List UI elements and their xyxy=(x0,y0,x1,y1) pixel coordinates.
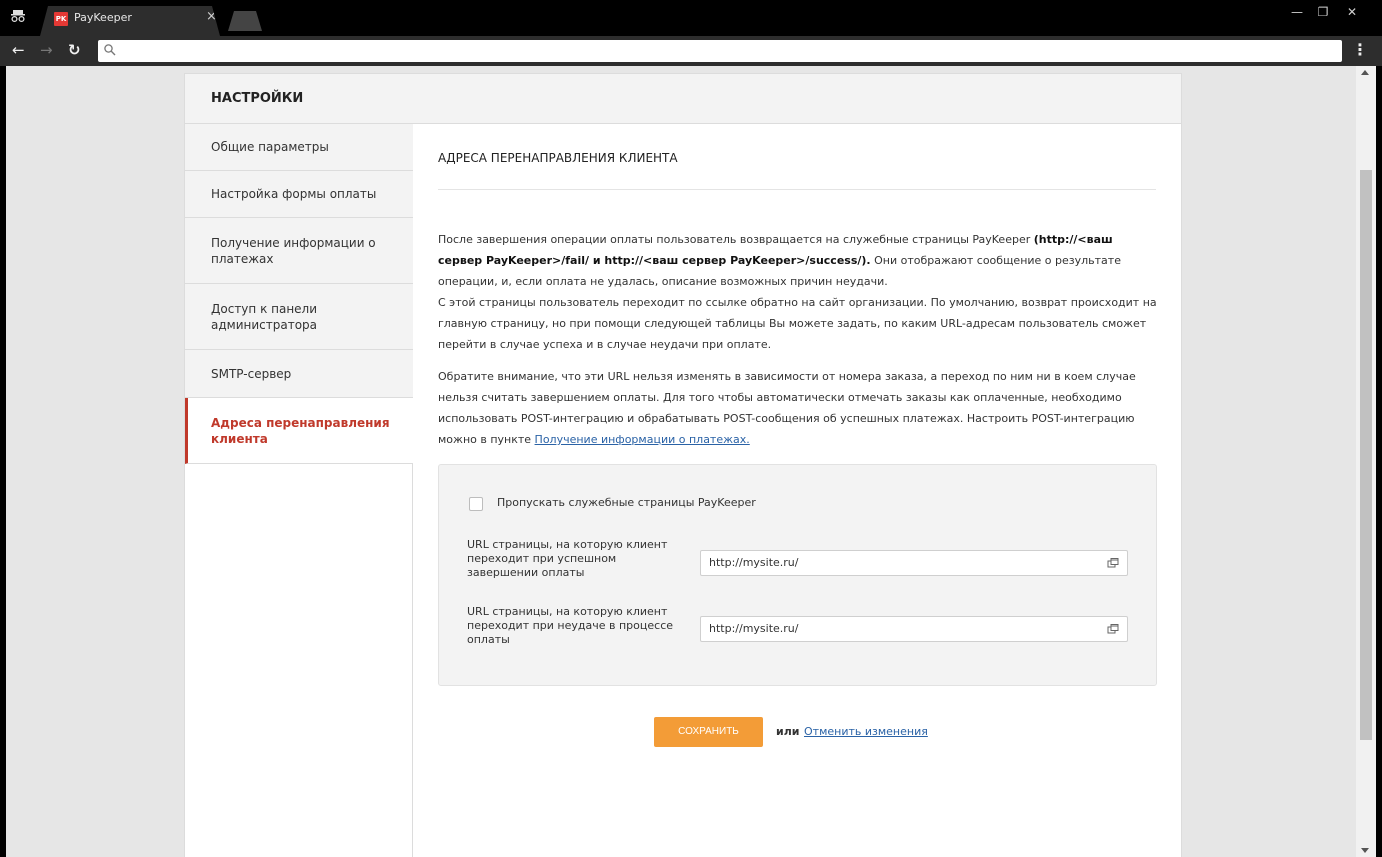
scrollbar-thumb[interactable] xyxy=(1360,170,1372,740)
description-paragraph-1: После завершения операции оплаты пользов… xyxy=(438,229,1160,292)
p1-text: После завершения операции оплаты пользов… xyxy=(438,233,1034,246)
close-window-icon[interactable]: ✕ xyxy=(1340,4,1364,22)
search-icon xyxy=(104,44,116,56)
sidebar-item-redirect-addresses[interactable]: Адреса перенаправления клиента xyxy=(185,398,413,464)
success-url-value: http://mysite.ru/ xyxy=(709,556,799,569)
tab-title: PayKeeper xyxy=(74,11,132,24)
minimize-icon[interactable]: — xyxy=(1285,4,1309,22)
redirect-settings-form: Пропускать служебные страницы PayKeeper … xyxy=(438,464,1157,686)
sidebar-item-payment-info[interactable]: Получение информации о платежах xyxy=(185,218,413,284)
sidebar-item-general[interactable]: Общие параметры xyxy=(185,124,413,171)
window-icon[interactable] xyxy=(1107,557,1119,569)
panel-header: НАСТРОЙКИ xyxy=(185,74,1181,124)
address-bar[interactable] xyxy=(98,40,1342,62)
save-button[interactable]: СОХРАНИТЬ xyxy=(654,717,763,747)
page-title: НАСТРОЙКИ xyxy=(211,91,304,106)
sidebar-item-label: Доступ к панели администратора xyxy=(211,302,318,332)
payment-info-link[interactable]: Получение информации о платежах. xyxy=(535,433,750,446)
new-tab-button[interactable] xyxy=(228,11,262,31)
sidebar-item-label: SMTP-сервер xyxy=(211,367,292,381)
section-title: АДРЕСА ПЕРЕНАПРАВЛЕНИЯ КЛИЕНТА xyxy=(438,151,678,165)
sidebar-item-smtp[interactable]: SMTP-сервер xyxy=(185,350,413,398)
divider xyxy=(438,189,1156,190)
restore-icon[interactable]: ❐ xyxy=(1311,4,1335,22)
paykeeper-favicon-icon: PK xyxy=(54,12,68,26)
content-area: АДРЕСА ПЕРЕНАПРАВЛЕНИЯ КЛИЕНТА После зав… xyxy=(438,124,1158,857)
description-paragraph-3: Обратите внимание, что эти URL нельзя из… xyxy=(438,366,1160,450)
settings-sidebar: Общие параметры Настройка формы оплаты П… xyxy=(185,124,413,857)
sidebar-item-label: Адреса перенаправления клиента xyxy=(211,416,390,446)
or-text: или xyxy=(776,725,800,738)
success-url-input[interactable]: http://mysite.ru/ xyxy=(700,550,1128,576)
window-edge xyxy=(1376,66,1382,857)
incognito-icon xyxy=(11,10,25,23)
cancel-changes-link[interactable]: Отменить изменения xyxy=(804,725,928,738)
fail-url-input[interactable]: http://mysite.ru/ xyxy=(700,616,1128,642)
page-viewport: НАСТРОЙКИ Общие параметры Настройка форм… xyxy=(6,66,1356,857)
page-scrollbar[interactable] xyxy=(1356,66,1376,857)
description-paragraph-2: С этой страницы пользователь переходит п… xyxy=(438,296,1157,351)
forward-icon[interactable]: → xyxy=(40,41,53,59)
skip-service-pages-label: Пропускать служебные страницы PayKeeper xyxy=(497,496,756,509)
sidebar-item-label: Получение информации о платежах xyxy=(211,236,376,266)
window-icon[interactable] xyxy=(1107,623,1119,635)
scroll-down-arrow-icon[interactable] xyxy=(1361,848,1369,853)
back-icon[interactable]: ← xyxy=(12,41,25,59)
tab-close-icon[interactable]: × xyxy=(206,9,217,24)
sidebar-item-label: Настройка формы оплаты xyxy=(211,187,377,201)
success-url-label: URL страницы, на которую клиент переходи… xyxy=(467,538,668,579)
browser-tab[interactable]: PK PayKeeper × xyxy=(40,6,220,36)
scroll-up-arrow-icon[interactable] xyxy=(1361,70,1369,75)
fail-url-value: http://mysite.ru/ xyxy=(709,622,799,635)
sidebar-item-admin-access[interactable]: Доступ к панели администратора xyxy=(185,284,413,350)
settings-panel: НАСТРОЙКИ Общие параметры Настройка форм… xyxy=(184,73,1182,857)
menu-icon[interactable]: ⋮ xyxy=(1352,40,1368,62)
sidebar-item-label: Общие параметры xyxy=(211,140,329,154)
browser-tab-bar: PK PayKeeper × — ❐ ✕ xyxy=(0,0,1382,36)
reload-icon[interactable]: ↻ xyxy=(68,41,81,59)
sidebar-item-payment-form[interactable]: Настройка формы оплаты xyxy=(185,171,413,218)
fail-url-label: URL страницы, на которую клиент переходи… xyxy=(467,605,674,646)
skip-service-pages-checkbox[interactable] xyxy=(469,497,483,511)
